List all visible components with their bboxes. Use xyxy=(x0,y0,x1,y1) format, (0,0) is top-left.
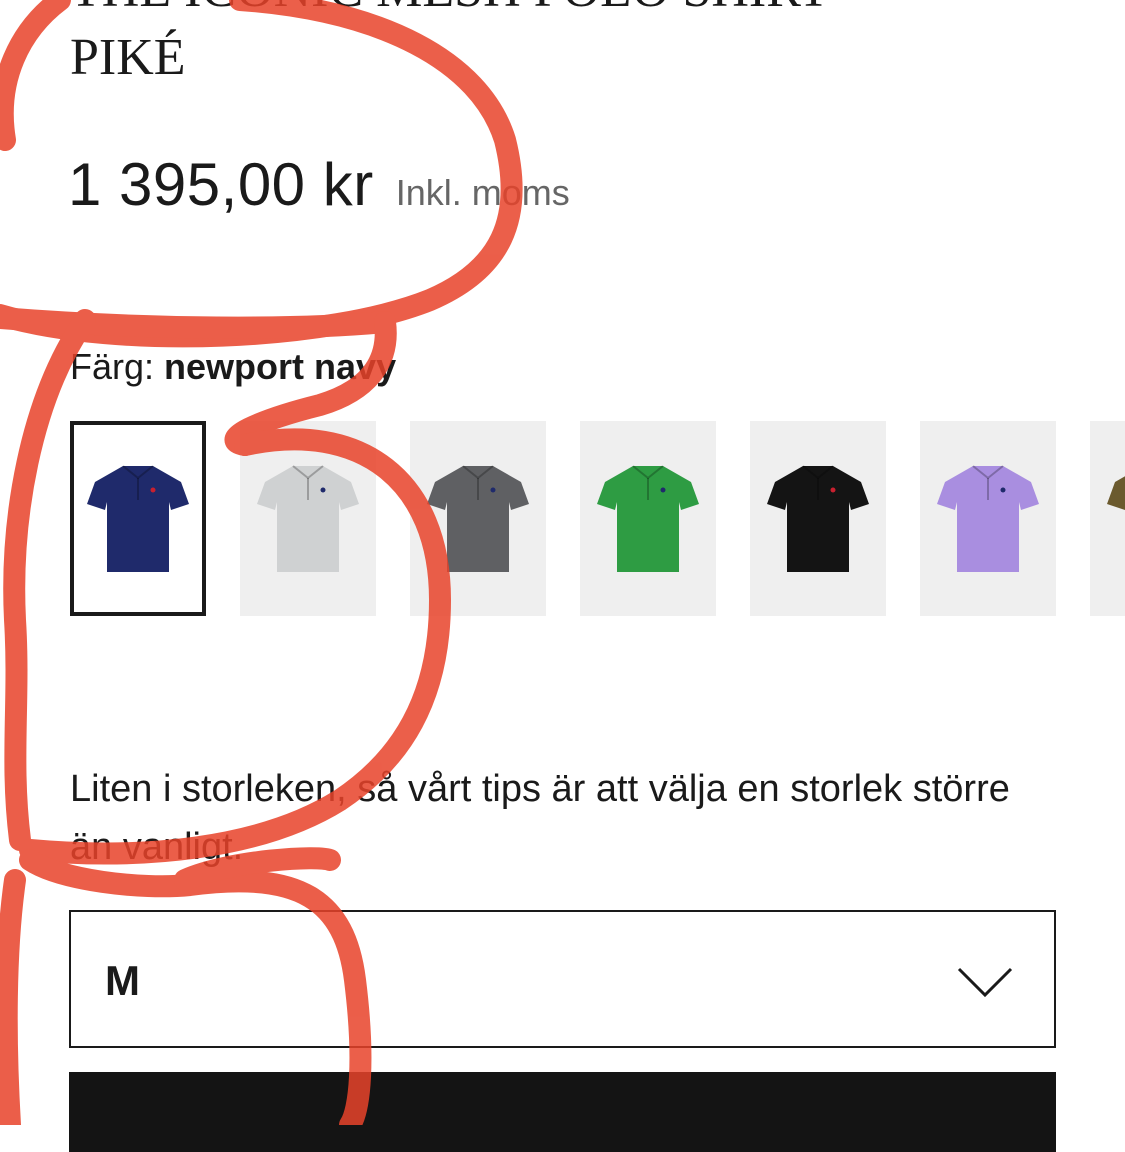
price-row: 1 395,00 kr Inkl. moms xyxy=(68,150,570,219)
product-title-line-2: PIKÉ xyxy=(70,29,186,86)
polo-shirt-thumbnail xyxy=(87,464,189,572)
color-swatch-list xyxy=(70,421,1125,617)
polo-shirt-thumbnail xyxy=(767,464,869,572)
color-swatch[interactable] xyxy=(580,421,716,616)
polo-shirt-thumbnail xyxy=(257,464,359,572)
logo-mark xyxy=(320,487,326,492)
add-to-cart-button[interactable] xyxy=(69,1072,1056,1152)
color-swatch[interactable] xyxy=(240,421,376,616)
fit-tip: Liten i storleken, så vårt tips är att v… xyxy=(70,768,1010,868)
logo-mark xyxy=(1000,487,1006,492)
product-title: THE ICONIC MESH POLO SHIRT - PIKÉ xyxy=(70,0,1070,92)
vat-note: Inkl. moms xyxy=(395,172,570,213)
color-swatch[interactable] xyxy=(70,421,206,616)
color-label: Färg: newport navy xyxy=(70,346,396,388)
color-swatch[interactable] xyxy=(410,421,546,616)
logo-mark xyxy=(660,487,666,492)
product-price: 1 395,00 kr xyxy=(68,151,374,218)
color-label-prefix: Färg: xyxy=(70,346,155,387)
color-swatch[interactable] xyxy=(920,421,1056,616)
size-select[interactable]: M xyxy=(69,910,1056,1048)
selected-size: M xyxy=(105,957,140,1004)
chevron-down-icon xyxy=(957,967,1013,998)
logo-mark xyxy=(490,487,496,492)
product-title-line-1: THE ICONIC MESH POLO SHIRT - xyxy=(70,0,859,18)
logo-mark xyxy=(830,487,836,492)
polo-shirt-thumbnail xyxy=(427,464,529,572)
polo-shirt-thumbnail xyxy=(937,464,1039,572)
selected-color-name: newport navy xyxy=(164,346,397,387)
color-swatch[interactable] xyxy=(750,421,886,616)
polo-shirt-thumbnail xyxy=(1107,475,1125,510)
logo-mark xyxy=(150,487,156,492)
polo-shirt-thumbnail xyxy=(597,464,699,572)
color-swatch[interactable] xyxy=(1090,421,1125,616)
